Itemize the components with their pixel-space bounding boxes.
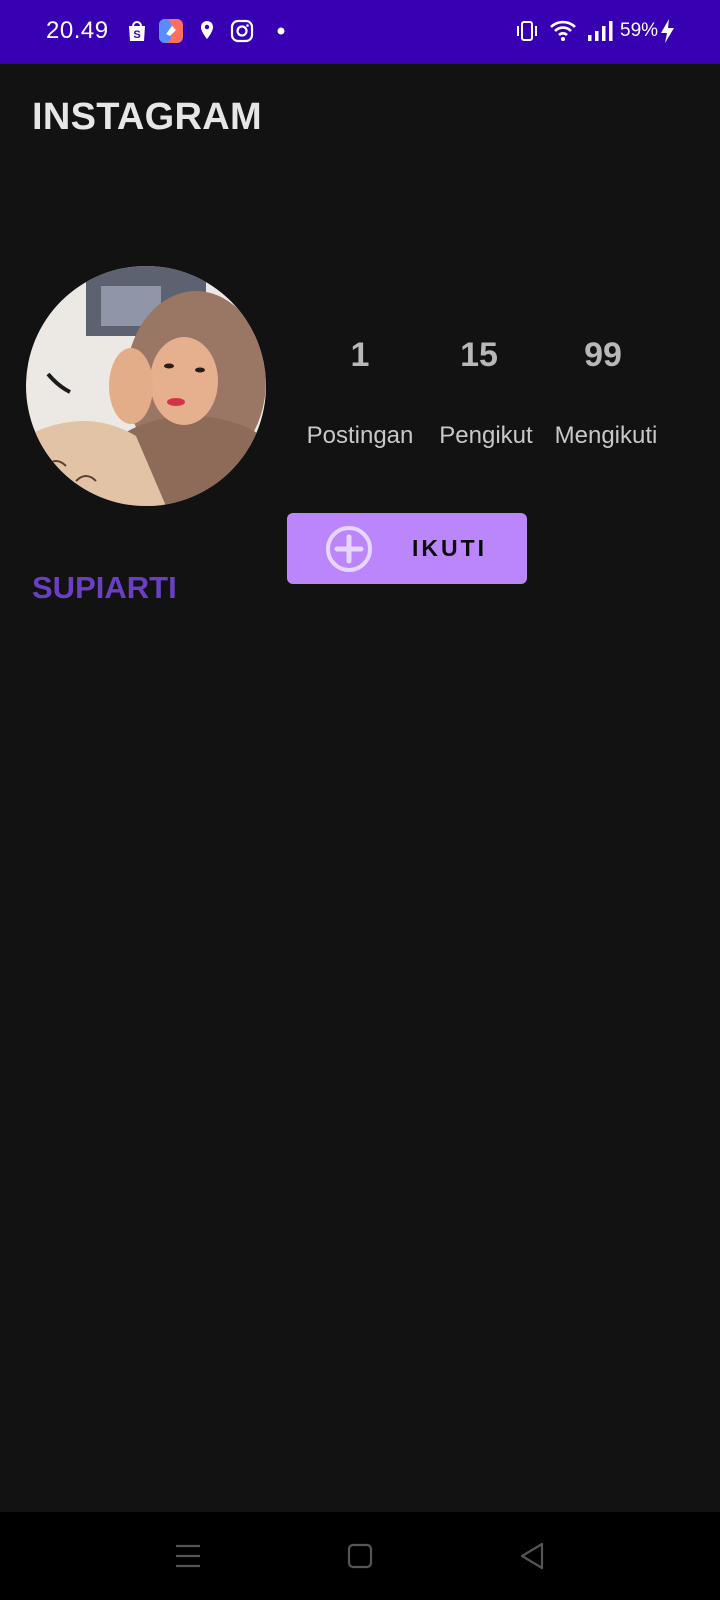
following-count[interactable]: 99 [543, 336, 663, 375]
battery-percentage: 59% [620, 20, 659, 41]
instagram-icon [229, 18, 255, 44]
followers-count[interactable]: 15 [419, 336, 539, 375]
username: SUPIARTI [32, 570, 177, 605]
shopee-icon: S [124, 18, 150, 44]
plus-circle-icon [325, 525, 373, 573]
followers-label[interactable]: Pengikut [421, 422, 551, 450]
following-label[interactable]: Mengikuti [541, 422, 671, 450]
system-nav-bar [0, 1512, 720, 1600]
signal-icon [586, 18, 613, 44]
avatar[interactable] [26, 266, 266, 506]
status-bar: 20.49 S 59% [0, 0, 720, 64]
wifi-icon [549, 18, 576, 44]
follow-button-label: IKUTI [412, 535, 488, 561]
vibrate-icon [514, 18, 540, 44]
svg-text:S: S [133, 29, 140, 41]
follow-button[interactable]: IKUTI [287, 513, 527, 584]
screen: 20.49 S 59% INSTAGRAM 1 15 99 Postingan … [0, 0, 720, 1600]
menu-icon[interactable] [170, 1538, 206, 1574]
page-title: INSTAGRAM [32, 96, 262, 138]
profile-photo [26, 266, 266, 506]
dot-icon [268, 18, 294, 44]
status-time: 20.49 [46, 17, 109, 44]
posts-label: Postingan [306, 422, 414, 449]
app-icon [158, 18, 184, 44]
charging-icon [658, 18, 676, 44]
posts-count: 1 [350, 336, 370, 374]
home-icon[interactable] [342, 1538, 378, 1574]
back-icon[interactable] [514, 1538, 550, 1574]
location-icon [194, 18, 220, 44]
